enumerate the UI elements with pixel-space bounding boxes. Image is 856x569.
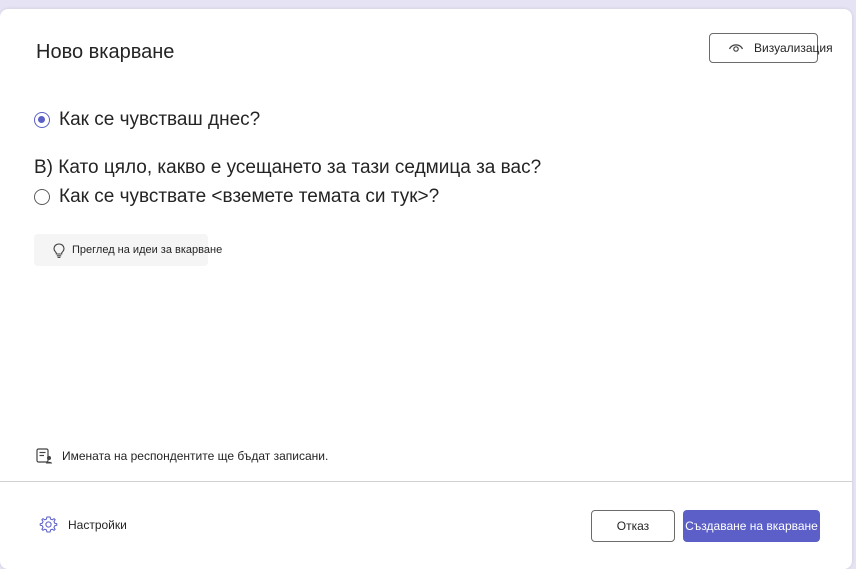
new-checkin-dialog: Ново вкарване Визуализация Как се чувств…: [0, 9, 852, 569]
radio-unchecked[interactable]: [34, 189, 50, 205]
option-how-are-you-today[interactable]: Как се чувстваш днес?: [34, 109, 260, 131]
option-label: Как се чувствате <вземете темата си тук>…: [59, 186, 440, 207]
create-checkin-button[interactable]: Създаване на вкарване: [683, 510, 820, 542]
preview-button[interactable]: Визуализация: [709, 33, 833, 63]
gear-icon: [39, 515, 58, 534]
settings-label: Настройки: [68, 517, 127, 532]
respondent-names-notice: Имената на респондентите ще бъдат записа…: [36, 448, 328, 464]
settings-link[interactable]: Настройки: [39, 515, 127, 534]
question-text: В) Като цяло, какво е усещането за тази …: [34, 157, 542, 178]
dialog-title: Ново вкарване: [36, 41, 175, 63]
preview-label: Визуализация: [754, 41, 833, 55]
lightbulb-icon: [53, 242, 65, 258]
browse-ideas-label: Преглед на идеи за вкарване: [72, 244, 223, 256]
form-person-icon: [36, 448, 53, 464]
cancel-button[interactable]: Отказ: [591, 510, 675, 542]
notice-text: Имената на респондентите ще бъдат записа…: [62, 449, 329, 463]
option-label: Как се чувстваш днес?: [59, 109, 261, 130]
browse-ideas-button[interactable]: Преглед на идеи за вкарване: [34, 234, 222, 266]
option-custom-topic[interactable]: Как се чувствате <вземете темата си тук>…: [34, 186, 439, 208]
radio-checked[interactable]: [34, 112, 50, 128]
footer-divider: [0, 481, 852, 482]
eye-icon: [728, 42, 744, 54]
